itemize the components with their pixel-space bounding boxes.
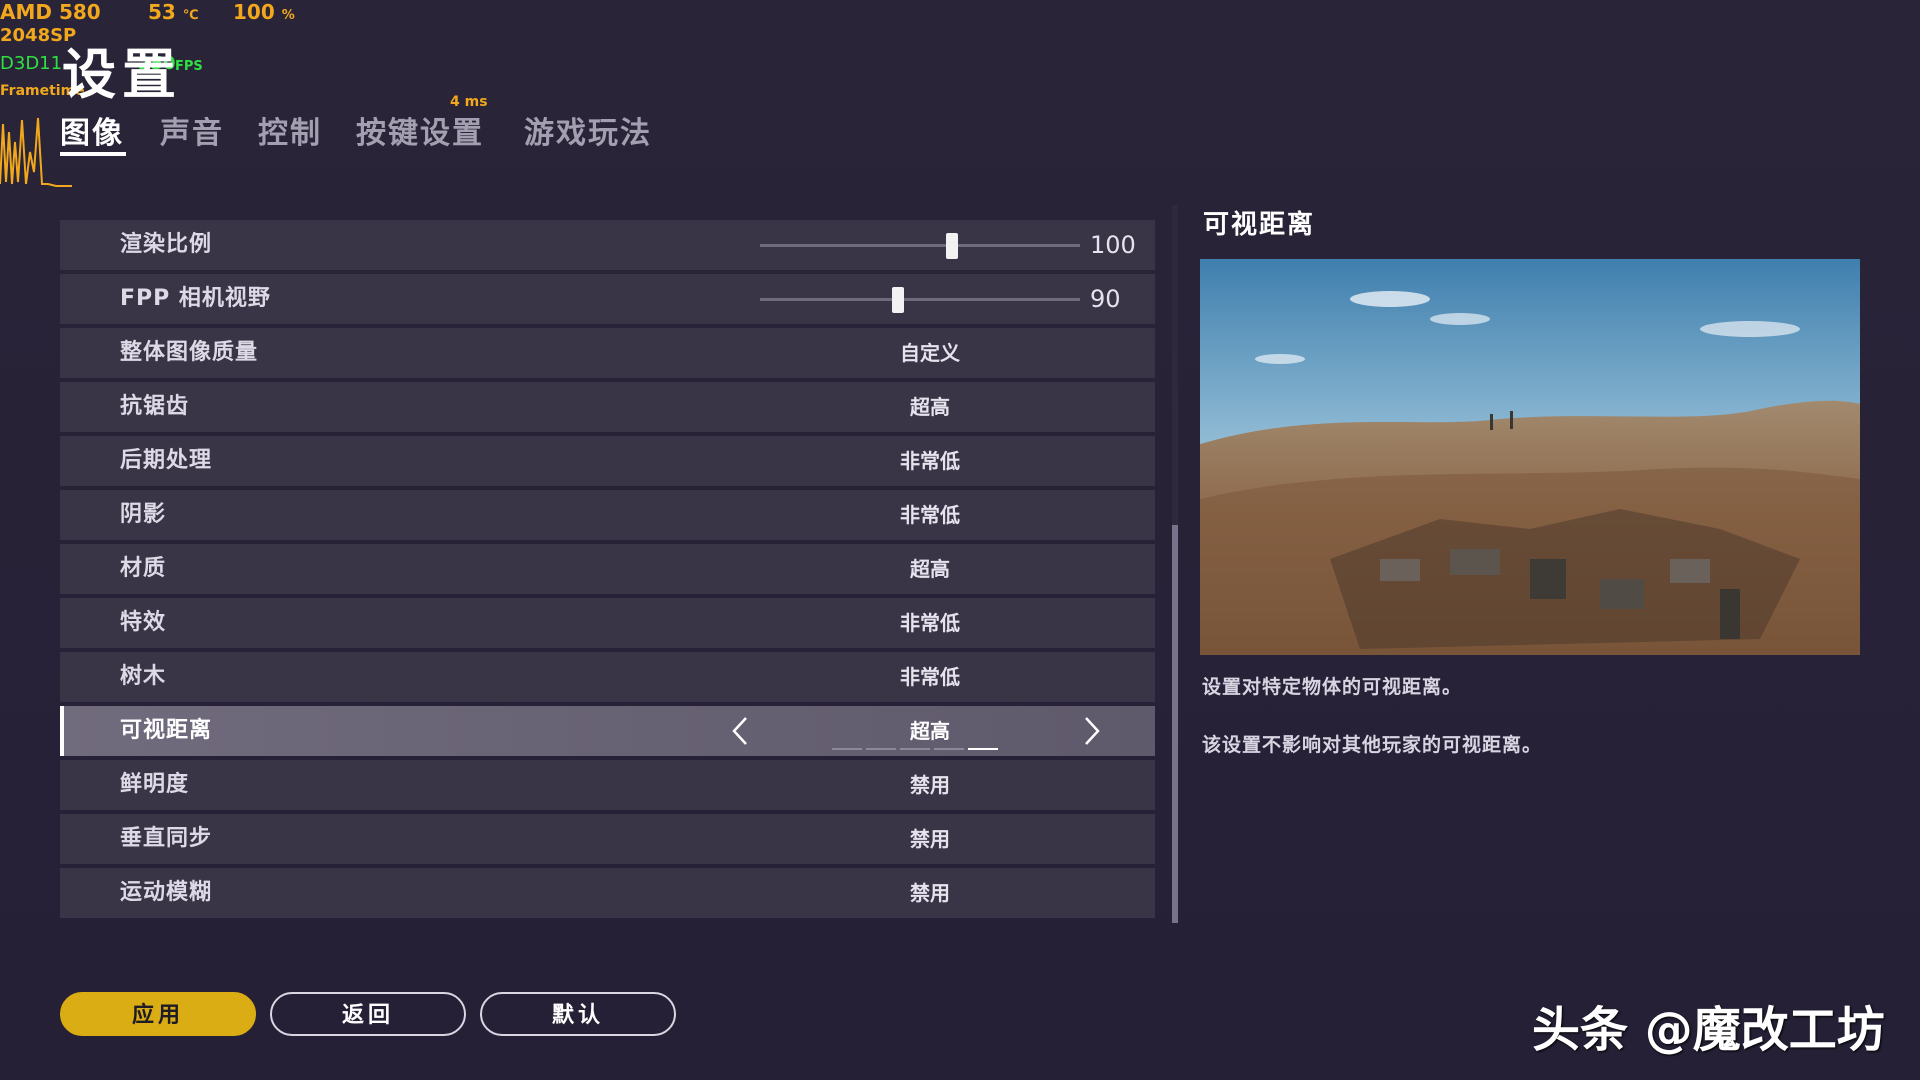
- tab-sound[interactable]: 声音: [160, 108, 224, 152]
- setting-value: 非常低: [900, 503, 960, 527]
- setting-label: 抗锯齿: [120, 394, 190, 419]
- detail-description-2: 该设置不影响对其他玩家的可视距离。: [1202, 734, 1543, 756]
- page-title: 设置: [62, 43, 182, 106]
- overlay-gpu-name: AMD 580: [0, 0, 101, 24]
- setting-value: 90: [1090, 285, 1121, 313]
- settings-scrollbar[interactable]: [1172, 205, 1178, 923]
- tab-control[interactable]: 控制: [258, 108, 322, 152]
- level-dot: [832, 748, 862, 750]
- setting-label: 垂直同步: [120, 826, 213, 851]
- setting-value: 禁用: [910, 773, 950, 797]
- tab-active-underline: [60, 152, 126, 156]
- overlay-frametime-ms: 4 ms: [450, 94, 488, 110]
- setting-label: 树木: [120, 664, 167, 689]
- setting-value: 自定义: [900, 341, 960, 365]
- graphics-settings-list: 渲染比例 100 FPP 相机视野 90 整体图像质量 自定义 抗锯齿 超高 后…: [60, 220, 1155, 922]
- setting-label: 特效: [120, 610, 167, 635]
- setting-value: 超高: [910, 395, 950, 419]
- fpp-fov-slider-track[interactable]: [760, 298, 1080, 301]
- render-scale-slider-track[interactable]: [760, 244, 1080, 247]
- setting-value: 非常低: [900, 665, 960, 689]
- setting-value: 禁用: [910, 827, 950, 851]
- setting-label: 整体图像质量: [120, 340, 259, 365]
- setting-value: 100: [1090, 231, 1136, 259]
- setting-row-overall-quality[interactable]: 整体图像质量 自定义: [60, 328, 1155, 378]
- chevron-left-icon[interactable]: [730, 715, 750, 747]
- overlay-api: D3D11: [0, 53, 63, 74]
- back-button[interactable]: 返回: [270, 992, 466, 1036]
- setting-row-effects[interactable]: 特效 非常低: [60, 598, 1155, 648]
- setting-row-view-distance[interactable]: 可视距离 超高: [60, 706, 1155, 756]
- setting-row-fpp-fov[interactable]: FPP 相机视野 90: [60, 274, 1155, 324]
- render-scale-slider-handle[interactable]: [946, 233, 958, 259]
- level-dot-active: [968, 748, 998, 750]
- game-settings-screen: AMD 580 53 ℃ 100 % 2048SP D3D11 250 FPS …: [0, 0, 1920, 1080]
- setting-value: 禁用: [910, 881, 950, 905]
- watermark: 头条 @魔改工坊: [1532, 1002, 1885, 1058]
- setting-value: 超高: [910, 557, 950, 581]
- setting-label: 运动模糊: [120, 880, 213, 905]
- setting-row-vsync[interactable]: 垂直同步 禁用: [60, 814, 1155, 864]
- setting-label: 阴影: [120, 502, 167, 527]
- tab-keybindings[interactable]: 按键设置: [356, 108, 484, 152]
- setting-row-shadows[interactable]: 阴影 非常低: [60, 490, 1155, 540]
- tab-gameplay[interactable]: 游戏玩法: [524, 108, 652, 152]
- level-dot: [866, 748, 896, 750]
- view-distance-preview-image: [1200, 259, 1860, 655]
- level-dot: [900, 748, 930, 750]
- setting-label: 鲜明度: [120, 772, 190, 797]
- chevron-right-icon[interactable]: [1082, 715, 1102, 747]
- setting-row-sharpness[interactable]: 鲜明度 禁用: [60, 760, 1155, 810]
- setting-row-textures[interactable]: 材质 超高: [60, 544, 1155, 594]
- setting-row-motion-blur[interactable]: 运动模糊 禁用: [60, 868, 1155, 918]
- tab-graphics[interactable]: 图像: [60, 108, 124, 152]
- setting-label: FPP 相机视野: [120, 286, 271, 311]
- setting-label: 渲染比例: [120, 232, 213, 257]
- level-dot: [934, 748, 964, 750]
- setting-row-foliage[interactable]: 树木 非常低: [60, 652, 1155, 702]
- default-button[interactable]: 默认: [480, 992, 676, 1036]
- scrollbar-thumb[interactable]: [1172, 525, 1178, 923]
- setting-value: 非常低: [900, 449, 960, 473]
- detail-description-1: 设置对特定物体的可视距离。: [1202, 676, 1463, 698]
- setting-label: 可视距离: [120, 718, 213, 743]
- setting-label: 后期处理: [120, 448, 213, 473]
- fpp-fov-slider-handle[interactable]: [891, 287, 904, 313]
- setting-row-post-processing[interactable]: 后期处理 非常低: [60, 436, 1155, 486]
- setting-row-render-scale[interactable]: 渲染比例 100: [60, 220, 1155, 270]
- overlay-gpu-load: 100 %: [233, 0, 295, 24]
- detail-title: 可视距离: [1203, 210, 1316, 240]
- setting-row-anti-aliasing[interactable]: 抗锯齿 超高: [60, 382, 1155, 432]
- setting-value: 非常低: [900, 611, 960, 635]
- setting-label: 材质: [120, 556, 167, 581]
- overlay-gpu-temp: 53 ℃: [148, 0, 199, 24]
- apply-button[interactable]: 应用: [60, 992, 256, 1036]
